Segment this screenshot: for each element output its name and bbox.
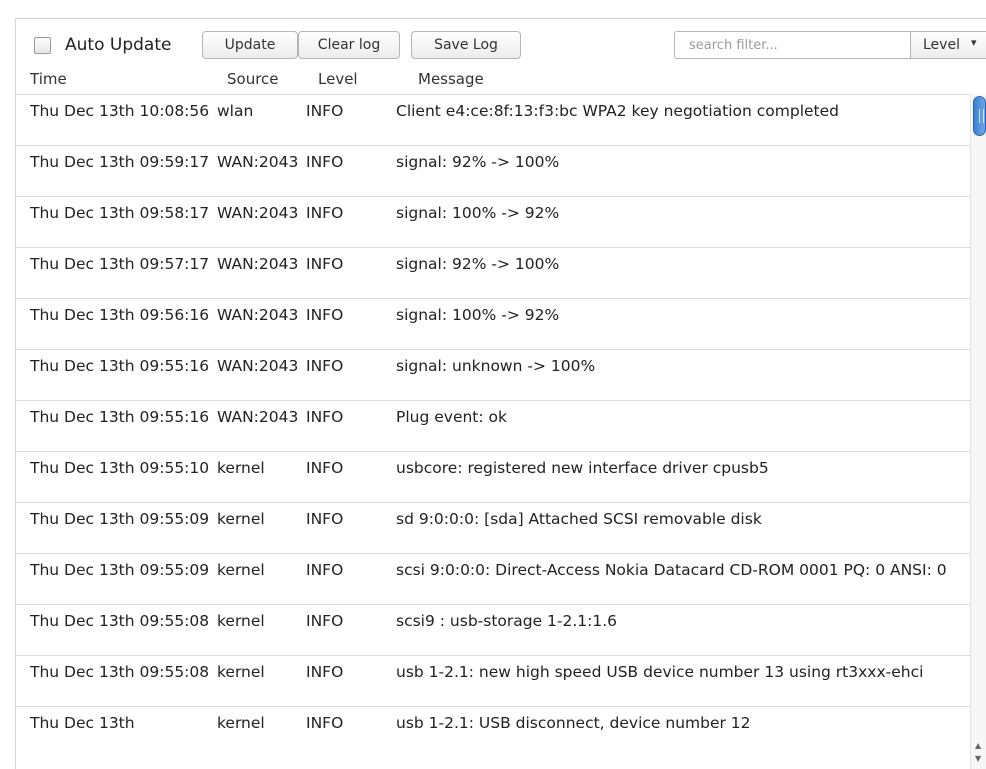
- column-header-source[interactable]: Source: [227, 70, 279, 88]
- cell-time: Thu Dec 13th 09:55:16: [30, 408, 210, 426]
- cell-source: kernel: [217, 714, 265, 732]
- scroll-up-arrow-icon[interactable]: ▲: [975, 741, 981, 750]
- cell-source: wlan: [217, 102, 254, 120]
- cell-message: signal: unknown -> 100%: [396, 357, 596, 375]
- column-header-time[interactable]: Time: [30, 70, 67, 88]
- chevron-down-icon: ▾: [971, 36, 977, 49]
- cell-source: WAN:2043: [217, 153, 299, 171]
- column-header-level[interactable]: Level: [318, 70, 358, 88]
- cell-source: kernel: [217, 663, 265, 681]
- cell-time: Thu Dec 13th 09:55:16: [30, 357, 210, 375]
- clear-log-button[interactable]: Clear log: [298, 31, 400, 59]
- cell-source: kernel: [217, 459, 265, 477]
- cell-time: Thu Dec 13th 09:58:17: [30, 204, 210, 222]
- search-filter-input[interactable]: search filter...: [674, 31, 910, 59]
- scroll-down-arrow-icon[interactable]: ▼: [975, 754, 981, 763]
- cell-message: Plug event: ok: [396, 408, 507, 426]
- auto-update-checkbox[interactable]: [34, 36, 51, 54]
- cell-time: Thu Dec 13th: [30, 714, 135, 732]
- table-row: Thu Dec 13th 09:59:17 WAN:2043 INFO sign…: [16, 145, 970, 196]
- cell-message: signal: 100% -> 92%: [396, 204, 560, 222]
- level-filter-select[interactable]: Level ▾: [910, 31, 986, 59]
- system-log-panel: Auto Update Update Clear log Save Log se…: [0, 0, 986, 769]
- table-row: Thu Dec 13th 09:58:17 WAN:2043 INFO sign…: [16, 196, 970, 247]
- cell-source: WAN:2043: [217, 255, 299, 273]
- table-row: Thu Dec 13th 09:55:09 kernel INFO sd 9:0…: [16, 502, 970, 553]
- log-table-header: Time Source Level Message: [16, 67, 986, 93]
- table-row: Thu Dec 13th 10:08:56 wlan INFO Client e…: [16, 94, 970, 145]
- level-filter-label: Level: [923, 37, 960, 53]
- cell-time: Thu Dec 13th 09:59:17: [30, 153, 210, 171]
- cell-message: Client e4:ce:8f:13:f3:bc WPA2 key negoti…: [396, 102, 840, 120]
- cell-level: INFO: [306, 663, 344, 681]
- table-row: Thu Dec 13th 09:56:16 WAN:2043 INFO sign…: [16, 298, 970, 349]
- table-row: Thu Dec 13th 09:55:16 WAN:2043 INFO sign…: [16, 349, 970, 400]
- cell-level: INFO: [306, 408, 344, 426]
- cell-source: WAN:2043: [217, 408, 299, 426]
- table-row: Thu Dec 13th 09:57:17 WAN:2043 INFO sign…: [16, 247, 970, 298]
- log-toolbar: Auto Update Update Clear log Save Log se…: [16, 28, 986, 64]
- cell-level: INFO: [306, 153, 344, 171]
- cell-level: INFO: [306, 612, 344, 630]
- cell-level: INFO: [306, 561, 344, 579]
- cell-time: Thu Dec 13th 09:57:17: [30, 255, 210, 273]
- cell-message: signal: 100% -> 92%: [396, 306, 560, 324]
- cell-message: signal: 92% -> 100%: [396, 255, 560, 273]
- auto-update-label: Auto Update: [65, 35, 172, 55]
- cell-level: INFO: [306, 306, 344, 324]
- cell-level: INFO: [306, 204, 344, 222]
- cell-message: usb 1-2.1: USB disconnect, device number…: [396, 714, 751, 732]
- cell-message: signal: 92% -> 100%: [396, 153, 560, 171]
- cell-message: scsi9 : usb-storage 1-2.1:1.6: [396, 612, 618, 630]
- cell-time: Thu Dec 13th 09:55:09: [30, 561, 210, 579]
- cell-time: Thu Dec 13th 09:55:08: [30, 663, 210, 681]
- table-row: Thu Dec 13th 09:55:09 kernel INFO scsi 9…: [16, 553, 970, 604]
- log-table-body: Thu Dec 13th 10:08:56 wlan INFO Client e…: [16, 94, 970, 769]
- table-row: Thu Dec 13th kernel INFO usb 1-2.1: USB …: [16, 706, 970, 757]
- table-row: Thu Dec 13th 09:55:10 kernel INFO usbcor…: [16, 451, 970, 502]
- cell-level: INFO: [306, 102, 344, 120]
- cell-time: Thu Dec 13th 09:55:08: [30, 612, 210, 630]
- cell-time: Thu Dec 13th 09:55:09: [30, 510, 210, 528]
- cell-time: Thu Dec 13th 09:56:16: [30, 306, 210, 324]
- cell-source: kernel: [217, 510, 265, 528]
- cell-time: Thu Dec 13th 09:55:10: [30, 459, 210, 477]
- cell-level: INFO: [306, 714, 344, 732]
- cell-message: scsi 9:0:0:0: Direct-Access Nokia Dataca…: [396, 561, 947, 579]
- cell-source: kernel: [217, 561, 265, 579]
- table-row: Thu Dec 13th 09:55:16 WAN:2043 INFO Plug…: [16, 400, 970, 451]
- scrollbar-thumb[interactable]: [973, 96, 986, 136]
- table-row: Thu Dec 13th 09:55:08 kernel INFO usb 1-…: [16, 655, 970, 706]
- cell-level: INFO: [306, 510, 344, 528]
- cell-message: sd 9:0:0:0: [sda] Attached SCSI removabl…: [396, 510, 762, 528]
- cell-source: WAN:2043: [217, 204, 299, 222]
- cell-source: WAN:2043: [217, 306, 299, 324]
- cell-time: Thu Dec 13th 10:08:56: [30, 102, 210, 120]
- auto-update-toggle[interactable]: Auto Update: [34, 32, 171, 58]
- update-button[interactable]: Update: [202, 31, 298, 59]
- cell-level: INFO: [306, 459, 344, 477]
- cell-level: INFO: [306, 357, 344, 375]
- table-row: Thu Dec 13th 09:55:08 kernel INFO scsi9 …: [16, 604, 970, 655]
- cell-level: INFO: [306, 255, 344, 273]
- cell-message: usb 1-2.1: new high speed USB device num…: [396, 663, 924, 681]
- cell-source: WAN:2043: [217, 357, 299, 375]
- cell-message: usbcore: registered new interface driver…: [396, 459, 769, 477]
- cell-source: kernel: [217, 612, 265, 630]
- save-log-button[interactable]: Save Log: [411, 31, 521, 59]
- scrollbar-track[interactable]: [970, 94, 986, 769]
- column-header-message[interactable]: Message: [418, 70, 484, 88]
